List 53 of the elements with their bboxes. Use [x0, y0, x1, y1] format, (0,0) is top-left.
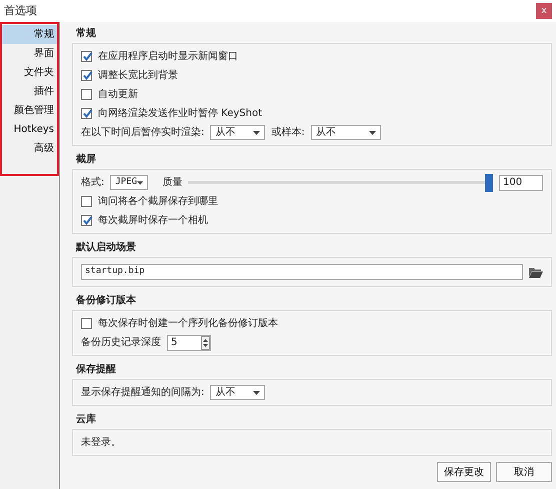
section-title: 截屏: [76, 152, 96, 167]
field-label: 在以下时间后暂停实时渲染:: [81, 126, 204, 140]
quality-field[interactable]: 100: [499, 174, 543, 190]
path-field[interactable]: startup.bip: [81, 264, 523, 280]
slider-thumb[interactable]: [485, 174, 493, 192]
checkbox[interactable]: [81, 70, 92, 81]
status-text: 未登录。: [81, 436, 121, 450]
checkbox[interactable]: [81, 51, 92, 62]
sidebar-item[interactable]: 高级: [0, 139, 59, 158]
checkbox-label: 在应用程序启动时显示新闻窗口: [98, 50, 238, 64]
section-title: 常规: [76, 26, 96, 41]
section-title: 云库: [76, 412, 96, 427]
checkbox[interactable]: [81, 89, 92, 100]
dropdown[interactable]: 从不: [210, 385, 266, 400]
checkbox-label: 询问将各个截屏保存到哪里: [98, 194, 218, 209]
dropdown[interactable]: JPEG: [110, 175, 148, 190]
field-label: 显示保存提醒通知的间隔为:: [81, 386, 204, 400]
sidebar-item[interactable]: 常规: [0, 25, 59, 44]
caret-icon: [253, 390, 260, 394]
sidebar-item[interactable]: Hotkeys: [0, 120, 59, 139]
field-label: 或样本:: [271, 126, 305, 140]
field-label: 格式:: [81, 176, 104, 190]
dialog-button[interactable]: 保存更改: [437, 462, 491, 482]
checkbox-label: 每次截屏时保存一个相机: [98, 214, 208, 228]
checkbox-label: 向网络渲染发送作业时暂停 KeyShot: [98, 106, 262, 121]
quality-slider[interactable]: [188, 174, 493, 192]
folder-icon[interactable]: [529, 266, 543, 278]
field-label: 备份历史记录深度: [81, 336, 161, 350]
close-button[interactable]: x: [536, 3, 552, 19]
checkbox[interactable]: [81, 318, 92, 329]
checkbox[interactable]: [81, 215, 92, 226]
spin-field[interactable]: 5: [167, 334, 211, 350]
caret-icon: [368, 130, 376, 134]
caret-icon: [137, 180, 144, 184]
dialog-button[interactable]: 取消: [496, 462, 552, 482]
section-title: 默认启动场景: [76, 240, 136, 255]
caret-icon: [253, 130, 260, 134]
section-title: 备份修订版本: [76, 294, 136, 308]
section-title: 保存提醒: [76, 362, 116, 377]
spinner-arrows-icon[interactable]: [201, 336, 210, 350]
field-label: 质量: [162, 176, 182, 190]
dropdown[interactable]: 从不: [210, 125, 266, 140]
sidebar-item[interactable]: 文件夹: [0, 63, 59, 82]
window-title: 首选项: [4, 2, 37, 19]
checkbox[interactable]: [81, 196, 92, 207]
checkbox-label: 调整长宽比到背景: [98, 68, 178, 83]
dropdown[interactable]: 从不: [310, 125, 381, 140]
sidebar-item[interactable]: 颜色管理: [0, 101, 59, 120]
checkbox-label: 每次保存时创建一个序列化备份修订版本: [98, 316, 278, 331]
checkbox[interactable]: [81, 108, 92, 119]
checkbox-label: 自动更新: [98, 88, 138, 102]
sidebar-item[interactable]: 界面: [0, 44, 59, 63]
sidebar-item[interactable]: 插件: [0, 82, 59, 101]
